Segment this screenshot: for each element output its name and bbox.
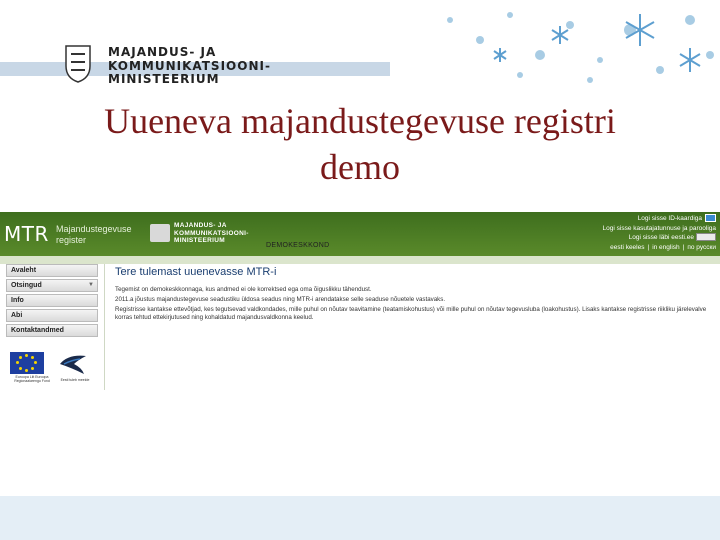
login-box: Logi sisse ID-kaardiga Logi sisse kasuta… (603, 214, 716, 252)
login-password-row[interactable]: Logi sisse kasutajatunnuse ja parooliga (603, 224, 716, 234)
mtr-sub-line-1: Majandustegevuse (56, 224, 132, 234)
estonia-swallow-icon (60, 355, 86, 374)
id-card-icon (705, 214, 716, 223)
sidebar-menu: Avaleht Otsingud ▼ Info Abi Kontaktandmed (6, 264, 98, 339)
ministry-line-3: MINISTEERIUM (108, 72, 220, 86)
login-id-card-row[interactable]: Logi sisse ID-kaardiga (603, 214, 716, 224)
lang-separator: | (682, 243, 685, 251)
mtr-logo-subtitle: Majandustegevuse register (56, 224, 132, 246)
language-switcher: eesti keeles | in english | по русски (603, 243, 716, 253)
sidebar-item-label: Avaleht (11, 267, 37, 274)
mtr-app-screenshot: MTR Majandustegevuse register MAJANDUS- … (0, 212, 720, 390)
login-eesti-row[interactable]: Logi sisse läbi eesti.ee (603, 233, 716, 243)
mini-ministry-line-3: MINISTEERIUM (174, 237, 225, 244)
sidebar-item-label: Kontaktandmed (11, 327, 64, 334)
mini-ministry-text: MAJANDUS- JA KOMMUNIKATSIOONI- MINISTEER… (174, 222, 249, 245)
mini-ministry-line-2: KOMMUNIKATSIOONI- (174, 229, 249, 237)
eu-caption: Euroopa Liit Euroopa Regionaalarengu Fon… (14, 375, 50, 383)
slide-title: Uueneva majandustegevuse registri demo (0, 98, 720, 190)
lang-russian[interactable]: по русски (687, 244, 716, 251)
content-paragraph-3: Registrisse kantakse ettevõtjad, kes teg… (115, 306, 707, 321)
snowflake-decoration (390, 0, 720, 92)
slide-footer-band (0, 496, 720, 540)
ministry-line-1: MAJANDUS- JA (108, 45, 217, 59)
lang-english[interactable]: in english (652, 244, 679, 251)
eesti-portal-icon (696, 233, 716, 242)
sidebar-item-label: Abi (11, 312, 23, 319)
sidebar-item-kontaktandmed[interactable]: Kontaktandmed (6, 324, 98, 337)
lang-estonian[interactable]: eesti keeles (610, 244, 644, 251)
funding-logos: Euroopa Liit Euroopa Regionaalarengu Fon… (10, 350, 100, 388)
chevron-down-icon: ▼ (88, 282, 94, 288)
slide-title-line-2: demo (320, 147, 400, 187)
header-divider (0, 256, 720, 264)
mini-coat-of-arms-icon (150, 224, 170, 242)
estonia-caption: Eesti tuleb meelde (60, 378, 90, 382)
main-content: Tere tulemast uuenevasse MTR-i Tegemist … (104, 264, 717, 390)
sidebar-item-info[interactable]: Info (6, 294, 98, 307)
eu-flag-icon (10, 352, 44, 374)
sidebar-item-label: Info (11, 297, 24, 304)
login-eesti-link[interactable]: Logi sisse läbi eesti.ee (629, 234, 694, 241)
coat-of-arms-icon (65, 45, 91, 83)
login-password-link[interactable]: Logi sisse kasutajatunnuse ja parooliga (603, 225, 716, 232)
content-title: Tere tulemast uuenevasse MTR-i (115, 266, 277, 278)
header-ministry-logo: MAJANDUS- JA KOMMUNIKATSIOONI- MINISTEER… (150, 222, 250, 244)
slide-title-line-1: Uueneva majandustegevuse registri (104, 101, 616, 141)
sidebar-item-label: Otsingud (11, 282, 42, 289)
sidebar-item-abi[interactable]: Abi (6, 309, 98, 322)
login-id-card-link[interactable]: Logi sisse ID-kaardiga (638, 215, 702, 222)
sidebar-item-otsingud[interactable]: Otsingud ▼ (6, 279, 98, 292)
mtr-logo[interactable]: MTR (4, 222, 49, 246)
ministry-name: MAJANDUS- JA KOMMUNIKATSIOONI- MINISTEER… (108, 45, 271, 87)
mtr-sub-line-2: register (56, 235, 87, 245)
content-paragraph-2: 2011.a jõustus majandustegevuse seadusti… (115, 296, 446, 303)
slide-banner: MAJANDUS- JA KOMMUNIKATSIOONI- MINISTEER… (0, 0, 720, 92)
demo-environment-label: DEMOKESKKOND (266, 242, 330, 249)
sidebar-item-avaleht[interactable]: Avaleht (6, 264, 98, 277)
lang-separator: | (647, 243, 650, 251)
content-paragraph-1: Tegemist on demokeskkonnaga, kus andmed … (115, 286, 372, 293)
app-header: MTR Majandustegevuse register MAJANDUS- … (0, 212, 720, 256)
ministry-line-2: KOMMUNIKATSIOONI- (108, 58, 271, 73)
mini-ministry-line-1: MAJANDUS- JA (174, 222, 227, 229)
